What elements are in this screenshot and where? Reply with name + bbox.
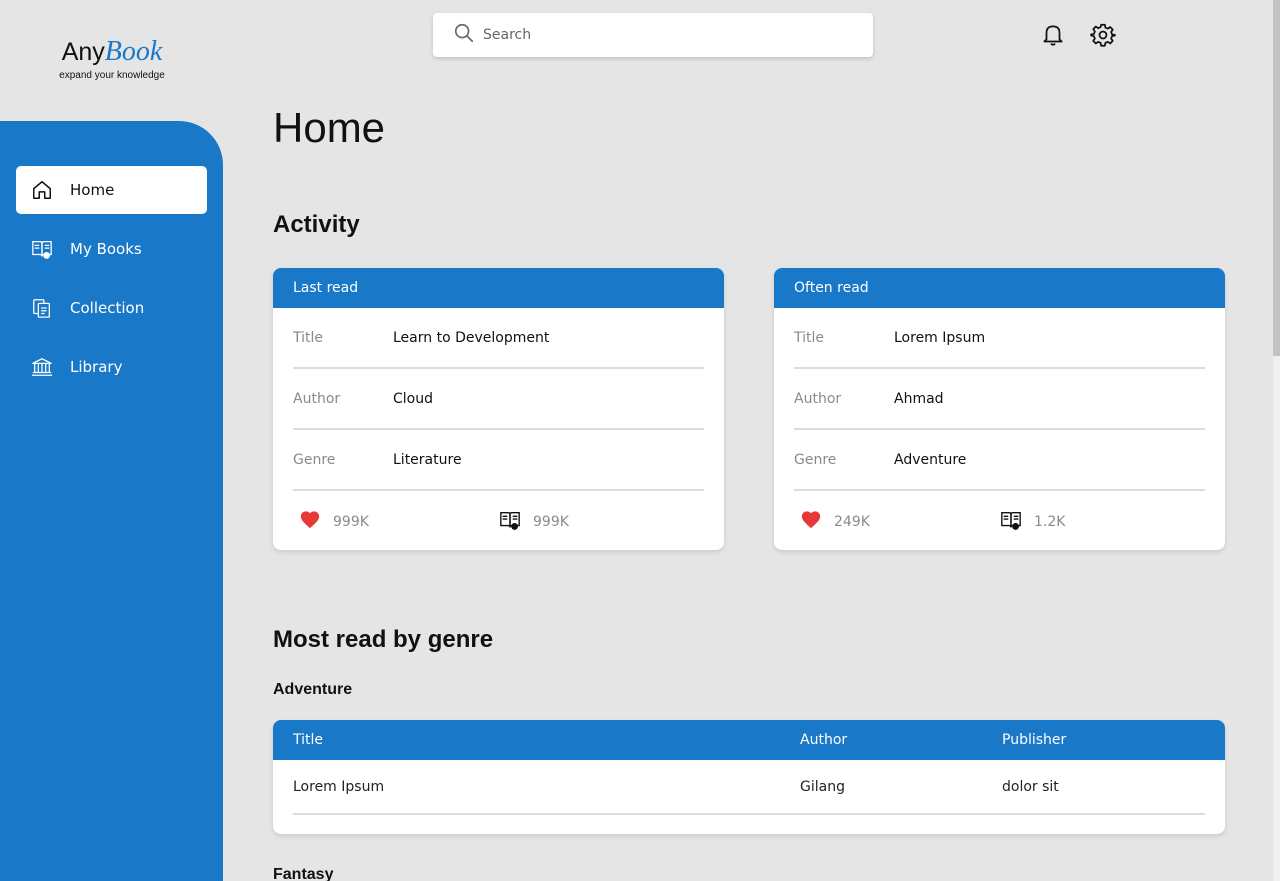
column-header-publisher[interactable]: Publisher — [1002, 732, 1066, 748]
scrollbar-thumb[interactable] — [1273, 0, 1280, 356]
card-stats: 249K 1.2K — [800, 509, 1200, 533]
activity-heading: Activity — [273, 211, 360, 238]
genre-fantasy-label: Fantasy — [273, 866, 334, 881]
card-row-author: Author Ahmad — [794, 369, 1205, 430]
row-label: Genre — [794, 451, 837, 468]
sidebar-item-label: Library — [70, 358, 123, 376]
logo-book: Book — [104, 36, 163, 67]
book-reading-icon — [499, 509, 533, 535]
app-logo[interactable]: AnyBook expand your knowledge — [40, 36, 184, 81]
row-label: Author — [794, 390, 842, 407]
logo-tagline: expand your knowledge — [59, 70, 165, 81]
sidebar-item-label: Home — [70, 181, 115, 199]
cell-publisher: dolor sit — [1002, 778, 1059, 795]
sidebar: Home My Books Collection Library — [0, 121, 223, 881]
row-value: Cloud — [393, 390, 433, 407]
column-header-author[interactable]: Author — [800, 732, 847, 748]
reads-count: 1.2K — [1034, 514, 1066, 530]
sidebar-item-my-books[interactable]: My Books — [16, 225, 207, 273]
reads-stat: 999K — [499, 509, 569, 535]
book-reading-icon — [30, 237, 54, 261]
heart-icon[interactable] — [800, 509, 834, 535]
sidebar-item-home[interactable]: Home — [16, 166, 207, 214]
card-row-genre: Genre Literature — [293, 430, 704, 491]
card-heading: Often read — [774, 268, 1225, 308]
logo-wordmark: AnyBook — [40, 36, 184, 68]
gear-icon[interactable] — [1090, 22, 1116, 48]
cell-author: Gilang — [800, 778, 845, 795]
table-row[interactable]: Lorem Ipsum Gilang dolor sit — [293, 760, 1205, 815]
row-label: Title — [293, 329, 324, 346]
collection-icon — [30, 296, 54, 320]
last-read-card[interactable]: Last read Title Learn to Development Aut… — [273, 268, 724, 550]
likes-stat: 249K — [800, 509, 870, 535]
card-heading: Last read — [273, 268, 724, 308]
likes-count: 249K — [834, 514, 870, 530]
often-read-card[interactable]: Often read Title Lorem Ipsum Author Ahma… — [774, 268, 1225, 550]
row-value: Lorem Ipsum — [894, 329, 986, 346]
page-title: Home — [273, 104, 386, 151]
library-icon — [30, 355, 54, 379]
row-label: Title — [794, 329, 825, 346]
card-row-author: Author Cloud — [293, 369, 704, 430]
book-reading-icon — [1000, 509, 1034, 535]
reads-count: 999K — [533, 514, 569, 530]
column-header-title[interactable]: Title — [293, 732, 323, 748]
row-value: Adventure — [894, 451, 967, 468]
row-label: Genre — [293, 451, 336, 468]
card-row-genre: Genre Adventure — [794, 430, 1205, 491]
genre-heading: Most read by genre — [273, 626, 494, 653]
search-icon — [453, 22, 483, 48]
row-value: Literature — [393, 451, 462, 468]
row-label: Author — [293, 390, 341, 407]
sidebar-item-library[interactable]: Library — [16, 343, 207, 391]
bell-icon[interactable] — [1040, 22, 1066, 48]
row-value: Ahmad — [894, 390, 944, 407]
table-header: Title Author Publisher — [273, 720, 1225, 760]
app-root: AnyBook expand your knowledge Home My Bo… — [0, 0, 1280, 881]
card-row-title: Title Learn to Development — [293, 308, 704, 369]
sidebar-item-label: My Books — [70, 240, 142, 258]
likes-stat: 999K — [299, 509, 369, 535]
row-value: Learn to Development — [393, 329, 550, 346]
home-icon — [30, 178, 54, 202]
logo-any: Any — [61, 38, 105, 66]
sidebar-item-label: Collection — [70, 299, 145, 317]
reads-stat: 1.2K — [1000, 509, 1065, 535]
cell-title: Lorem Ipsum — [293, 778, 385, 795]
page-scrollbar[interactable] — [1273, 0, 1280, 881]
adventure-table: Title Author Publisher Lorem Ipsum Gilan… — [273, 720, 1225, 834]
sidebar-item-collection[interactable]: Collection — [16, 284, 207, 332]
search-input[interactable] — [483, 27, 843, 43]
genre-adventure-label: Adventure — [273, 681, 353, 698]
search-bar[interactable] — [433, 13, 873, 57]
likes-count: 999K — [333, 514, 369, 530]
heart-icon[interactable] — [299, 509, 333, 535]
card-stats: 999K 999K — [299, 509, 699, 533]
card-row-title: Title Lorem Ipsum — [794, 308, 1205, 369]
